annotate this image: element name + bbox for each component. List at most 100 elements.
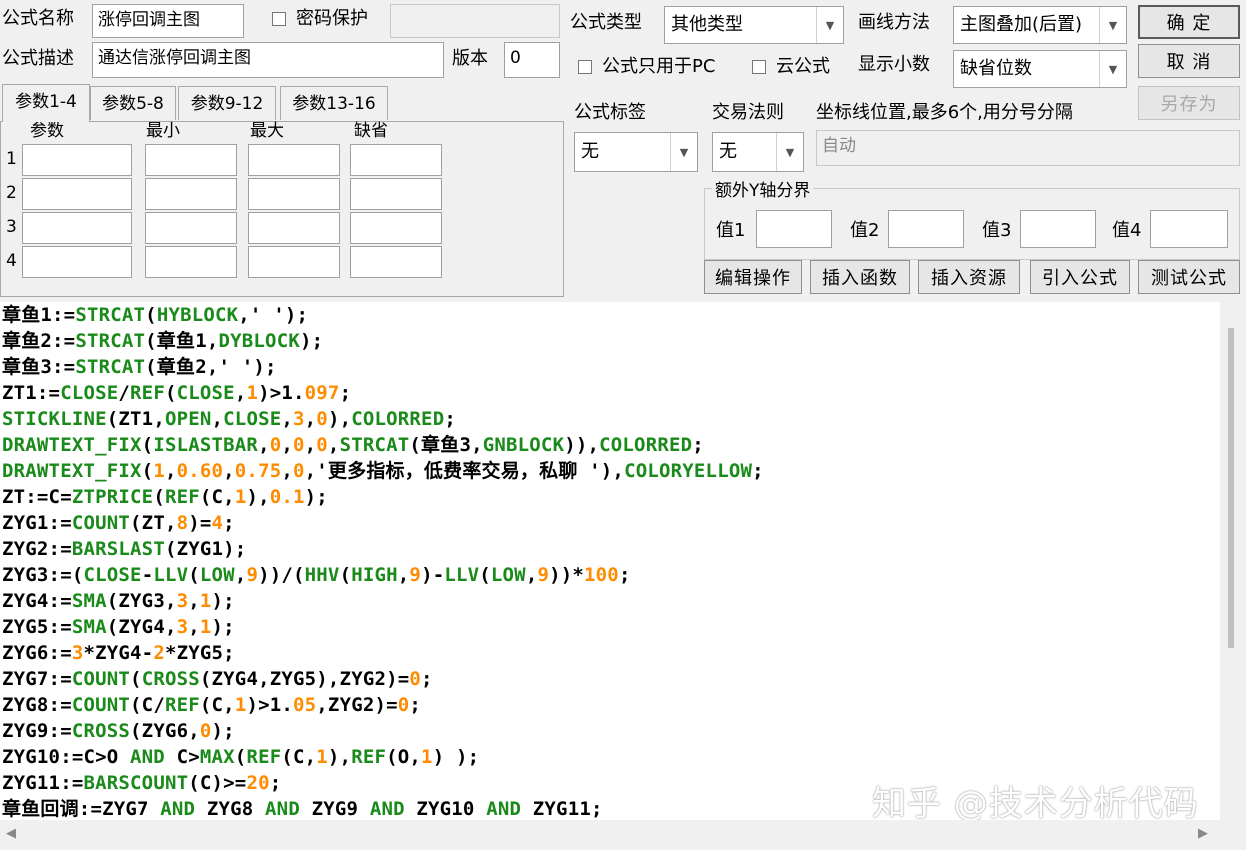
param-max-input[interactable]: [248, 178, 340, 210]
formula-tag-value: 无: [581, 141, 599, 162]
param-header-min: 最小: [146, 121, 180, 141]
formula-desc-input[interactable]: 通达信涨停回调主图: [92, 42, 444, 78]
code-keyword: CROSS: [141, 668, 200, 690]
scrollbar-thumb[interactable]: [1228, 328, 1234, 648]
code-keyword: COUNT: [71, 512, 131, 534]
code-line[interactable]: ZYG1:=COUNT(ZT,8)=4;: [2, 510, 764, 536]
code-number: 9: [246, 564, 259, 586]
trade-rule-select[interactable]: 无 ▼: [712, 132, 804, 172]
code-keyword: GNBLOCK: [482, 434, 565, 456]
chevron-down-icon[interactable]: ▼: [816, 7, 843, 43]
cancel-button[interactable]: 取 消: [1138, 44, 1240, 78]
code-editor[interactable]: 章鱼1:=STRCAT(HYBLOCK,' '); 章鱼2:=STRCAT(章鱼1…: [0, 302, 1220, 820]
yaxis-value-2[interactable]: [888, 210, 964, 248]
formula-name-label: 公式名称: [2, 8, 74, 29]
code-keyword: COUNT: [71, 668, 131, 690]
param-name-input[interactable]: [22, 246, 132, 278]
tab-params-13-16[interactable]: 参数13-16: [280, 86, 388, 120]
code-line[interactable]: DRAWTEXT_FIX(1,0.60,0.75,0,'更多指标，低费率交易，私…: [2, 458, 764, 484]
param-name-input[interactable]: [22, 178, 132, 210]
code-text-token: (C)>=: [188, 772, 247, 794]
insert-function-button[interactable]: 插入函数: [810, 260, 910, 294]
tab-params-5-8[interactable]: 参数5-8: [90, 86, 176, 120]
chevron-down-icon[interactable]: ▼: [1099, 7, 1126, 43]
code-line[interactable]: ZYG6:=3*ZYG4-2*ZYG5;: [2, 640, 764, 666]
code-number: 0: [409, 668, 422, 690]
code-line[interactable]: STICKLINE(ZT1,OPEN,CLOSE,3,0),COLORRED;: [2, 406, 764, 432]
formula-tag-select[interactable]: 无 ▼: [574, 132, 698, 172]
yaxis-value-3[interactable]: [1020, 210, 1096, 248]
horizontal-scrollbar[interactable]: ◀ ▶: [0, 820, 1220, 850]
code-line[interactable]: ZYG10:=C>O AND C>MAX(REF(C,1),REF(O,1) )…: [2, 744, 764, 770]
param-default-input[interactable]: [350, 212, 442, 244]
yaxis-value-4[interactable]: [1150, 210, 1228, 248]
code-line[interactable]: ZYG2:=BARSLAST(ZYG1);: [2, 536, 764, 562]
cloud-checkbox[interactable]: [752, 60, 766, 74]
tab-params-9-12[interactable]: 参数9-12: [178, 86, 276, 120]
chevron-down-icon[interactable]: ▼: [1099, 51, 1126, 87]
param-min-input[interactable]: [145, 144, 237, 176]
code-line[interactable]: 章鱼1:=STRCAT(HYBLOCK,' ');: [2, 302, 764, 328]
save-as-button[interactable]: 另存为: [1138, 86, 1240, 120]
param-max-input[interactable]: [248, 246, 340, 278]
code-line[interactable]: ZYG5:=SMA(ZYG4,3,1);: [2, 614, 764, 640]
code-number: 9: [537, 564, 550, 586]
param-default-input[interactable]: [350, 178, 442, 210]
decimals-select[interactable]: 缺省位数 ▼: [953, 50, 1127, 88]
code-line[interactable]: DRAWTEXT_FIX(ISLASTBAR,0,0,0,STRCAT(章鱼3,…: [2, 432, 764, 458]
param-max-input[interactable]: [248, 144, 340, 176]
code-line[interactable]: ZT1:=CLOSE/REF(CLOSE,1)>1.097;: [2, 380, 764, 406]
code-text-token: ,' ');: [238, 304, 309, 326]
formula-name-input[interactable]: 涨停回调主图: [92, 4, 244, 38]
param-min-input[interactable]: [145, 246, 237, 278]
code-text-token: ZYG11;: [521, 798, 603, 820]
param-name-input[interactable]: [22, 212, 132, 244]
ok-button[interactable]: 确 定: [1138, 5, 1240, 39]
password-checkbox[interactable]: [272, 12, 286, 26]
tab-params-1-4[interactable]: 参数1-4: [2, 84, 90, 122]
draw-method-select[interactable]: 主图叠加(后置) ▼: [953, 6, 1127, 44]
code-line[interactable]: ZYG8:=COUNT(C/REF(C,1)>1.05,ZYG2)=0;: [2, 692, 764, 718]
scroll-right-icon[interactable]: ▶: [1198, 826, 1208, 841]
code-number: 0.60: [176, 460, 224, 482]
param-max-input[interactable]: [248, 212, 340, 244]
pc-only-checkbox[interactable]: [578, 60, 592, 74]
param-min-input[interactable]: [145, 178, 237, 210]
param-name-input[interactable]: [22, 144, 132, 176]
code-line[interactable]: ZT:=C=ZTPRICE(REF(C,1),0.1);: [2, 484, 764, 510]
edit-ops-button[interactable]: 编辑操作: [704, 260, 802, 294]
code-text-token: (: [153, 486, 165, 508]
insert-resource-button[interactable]: 插入资源: [918, 260, 1020, 294]
code-text-token: ,: [281, 408, 294, 430]
vertical-scrollbar[interactable]: [1220, 302, 1246, 820]
param-row-number: 4: [6, 251, 17, 271]
chevron-down-icon[interactable]: ▼: [670, 133, 697, 171]
code-text-token: ;: [339, 382, 352, 404]
code-text-token: ;: [692, 434, 704, 456]
version-input[interactable]: 0: [504, 42, 560, 78]
scroll-left-icon[interactable]: ◀: [6, 826, 16, 841]
code-line[interactable]: ZYG4:=SMA(ZYG3,3,1);: [2, 588, 764, 614]
test-formula-button[interactable]: 测试公式: [1138, 260, 1240, 294]
code-number: 0: [316, 408, 328, 430]
code-line[interactable]: ZYG9:=CROSS(ZYG6,0);: [2, 718, 764, 744]
code-keyword: ISLASTBAR: [153, 434, 259, 456]
formula-type-select[interactable]: 其他类型 ▼: [664, 6, 844, 44]
code-line[interactable]: ZYG7:=COUNT(CROSS(ZYG4,ZYG5),ZYG2)=0;: [2, 666, 764, 692]
code-line[interactable]: 章鱼2:=STRCAT(章鱼1,DYBLOCK);: [2, 328, 764, 354]
param-default-input[interactable]: [350, 246, 442, 278]
code-text-token: ),: [327, 408, 352, 430]
code-text-token: *ZYG5;: [164, 642, 235, 664]
code-text[interactable]: 章鱼1:=STRCAT(HYBLOCK,' '); 章鱼2:=STRCAT(章鱼1…: [2, 302, 764, 820]
chevron-down-icon[interactable]: ▼: [776, 133, 803, 171]
code-line[interactable]: ZYG11:=BARSCOUNT(C)>=20;: [2, 770, 764, 796]
code-line[interactable]: ZYG3:=(CLOSE-LLV(LOW,9))/(HHV(HIGH,9)-LL…: [2, 562, 764, 588]
code-line[interactable]: 章鱼3:=STRCAT(章鱼2,' ');: [2, 354, 764, 380]
code-line[interactable]: 章鱼回调:=ZYG7 AND ZYG8 AND ZYG9 AND ZYG10 A…: [2, 796, 764, 820]
code-number: 0: [397, 694, 410, 716]
param-min-input[interactable]: [145, 212, 237, 244]
yaxis-value-1[interactable]: [756, 210, 832, 248]
param-default-input[interactable]: [350, 144, 442, 176]
import-formula-button[interactable]: 引入公式: [1030, 260, 1130, 294]
code-text-token: (: [479, 564, 491, 586]
